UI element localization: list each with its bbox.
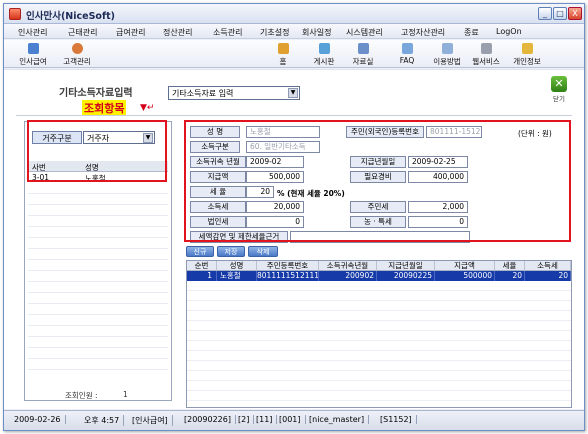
person-icon [71, 43, 83, 54]
tool-home[interactable]: 홈 [260, 43, 306, 67]
annotation-label: 조회항목 [82, 100, 127, 116]
app-window: 인사만사(NiceSoft) _ □ X 인사관리 근태관리 급여관리 정산관리… [3, 3, 585, 431]
menu-system[interactable]: 시스템관리 [346, 27, 383, 38]
screen-selector-value: 기타소득자료 입력 [172, 89, 234, 98]
payroll-icon [27, 43, 39, 54]
close-screen-button[interactable]: ✕ 닫기 [548, 76, 570, 103]
result-count-value: 1 [123, 390, 128, 399]
tool-board-label: 게시판 [313, 57, 335, 66]
tool-customer[interactable]: 고객관리 [54, 43, 100, 67]
status-bar: 2009-02-26 오후 4:57 [인사급여] [20090226] [2]… [4, 410, 584, 430]
faq-icon [401, 43, 413, 54]
menu-exit[interactable]: 종료 [464, 27, 479, 38]
filter-highlight-box [27, 120, 167, 182]
menu-basic-settings[interactable]: 기초설정 [260, 27, 289, 38]
tool-customer-label: 고객관리 [63, 57, 91, 66]
status-workdate: [20090226] [180, 415, 236, 424]
status-date: 2009-02-26 [10, 415, 66, 424]
empty-list-rows [28, 183, 168, 373]
tool-payroll-label: 인사급여 [19, 57, 47, 66]
menu-settlement[interactable]: 정산관리 [163, 27, 192, 38]
tool-archive[interactable]: 자료실 [340, 43, 386, 67]
archive-icon [357, 43, 369, 54]
tool-faq-label: FAQ [399, 56, 415, 65]
grid-frame [186, 259, 573, 409]
status-time: 오후 4:57 [80, 415, 125, 426]
main-content: 기타소득자료입력 조회항목 ▼↵ 기타소득자료 입력 ▼ ✕ 닫기 거주구분 거… [4, 69, 584, 409]
tool-webservice-label: 웹서비스 [472, 57, 500, 66]
annotation-arrow: ▼↵ [140, 103, 155, 113]
guide-icon [441, 43, 453, 54]
tool-archive-label: 자료실 [352, 57, 374, 66]
menu-personnel[interactable]: 인사관리 [18, 27, 47, 38]
new-button[interactable]: 신규 [186, 246, 214, 257]
close-screen-label: 닫기 [553, 95, 565, 103]
menu-fixed-assets[interactable]: 고정자산관리 [401, 27, 445, 38]
tool-home-label: 홈 [279, 57, 287, 66]
menu-schedule[interactable]: 회사일정 [302, 27, 331, 38]
home-icon [277, 43, 289, 54]
menu-bar: 인사관리 근태관리 급여관리 정산관리 소득관리 기초설정 회사일정 시스템관리… [4, 24, 584, 39]
window-title: 인사만사(NiceSoft) [26, 11, 115, 22]
key-icon [521, 43, 533, 54]
menu-income[interactable]: 소득관리 [213, 27, 242, 38]
board-icon [318, 43, 330, 54]
tool-webservice[interactable]: 웹서비스 [463, 43, 509, 67]
menu-payroll[interactable]: 급여관리 [116, 27, 145, 38]
status-session: [S1152] [376, 415, 417, 424]
minimize-button[interactable]: _ [538, 7, 552, 20]
monitor-icon [480, 43, 492, 54]
form-highlight-box [184, 120, 571, 242]
status-field-2: [11] [252, 415, 278, 424]
tool-guide-label: 이용방법 [433, 57, 461, 66]
header-divider [16, 115, 572, 116]
save-button[interactable]: 저장 [217, 246, 245, 257]
status-company: [001] [275, 415, 306, 424]
status-user: [nice_master] [305, 415, 370, 424]
title-bar: 인사만사(NiceSoft) _ □ X [4, 4, 584, 24]
toolbar: 인사급여 고객관리 홈 게시판 자료실 FAQ 이용방법 웹서비스 개인정보 [4, 40, 584, 68]
close-window-button[interactable]: X [568, 7, 582, 20]
result-count-label: 조회인원 : [65, 391, 98, 400]
tool-payroll[interactable]: 인사급여 [10, 43, 56, 67]
menu-logon[interactable]: LogOn [496, 27, 522, 36]
screen-selector[interactable]: 기타소득자료 입력 ▼ [168, 86, 300, 100]
menu-attendance[interactable]: 근태관리 [68, 27, 97, 38]
page-title: 기타소득자료입력 [59, 88, 133, 99]
app-icon [9, 8, 21, 20]
status-module: [인사급여] [128, 415, 173, 426]
close-icon: ✕ [551, 76, 567, 92]
tool-profile-label: 개인정보 [513, 57, 541, 66]
tool-profile[interactable]: 개인정보 [504, 43, 550, 67]
delete-button[interactable]: 삭제 [248, 246, 278, 257]
chevron-down-icon: ▼ [288, 88, 298, 98]
maximize-button[interactable]: □ [553, 7, 567, 20]
